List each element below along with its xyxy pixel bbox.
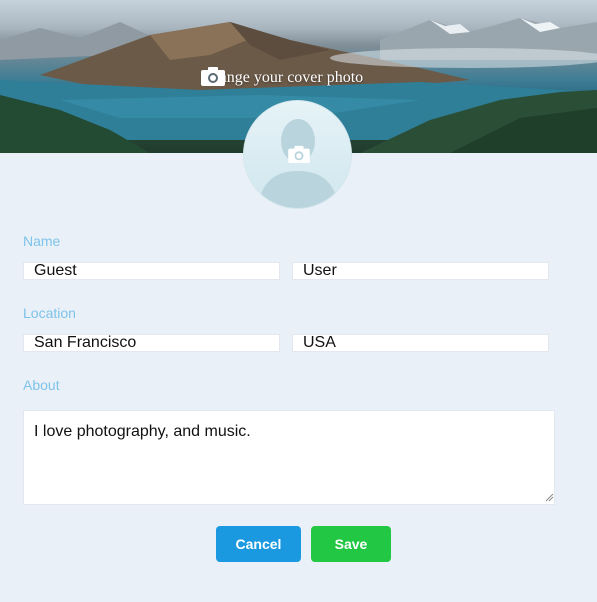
resize-handle-icon[interactable]: [544, 492, 554, 502]
about-label: About: [23, 377, 60, 393]
name-label: Name: [23, 233, 61, 249]
save-button[interactable]: Save: [311, 526, 391, 562]
last-name-input[interactable]: [292, 262, 549, 280]
location-label: Location: [23, 305, 76, 321]
camera-icon: [288, 145, 310, 163]
change-cover-photo-button[interactable]: Change your cover photo: [201, 66, 363, 90]
avatar-upload[interactable]: [243, 100, 352, 209]
change-cover-photo-label: Change your cover photo: [201, 69, 364, 86]
first-name-input[interactable]: [23, 262, 280, 280]
cancel-button[interactable]: Cancel: [216, 526, 301, 562]
camera-icon: [201, 67, 225, 86]
country-input[interactable]: [292, 334, 549, 352]
about-textarea[interactable]: I love photography, and music.: [23, 410, 555, 505]
city-input[interactable]: [23, 334, 280, 352]
